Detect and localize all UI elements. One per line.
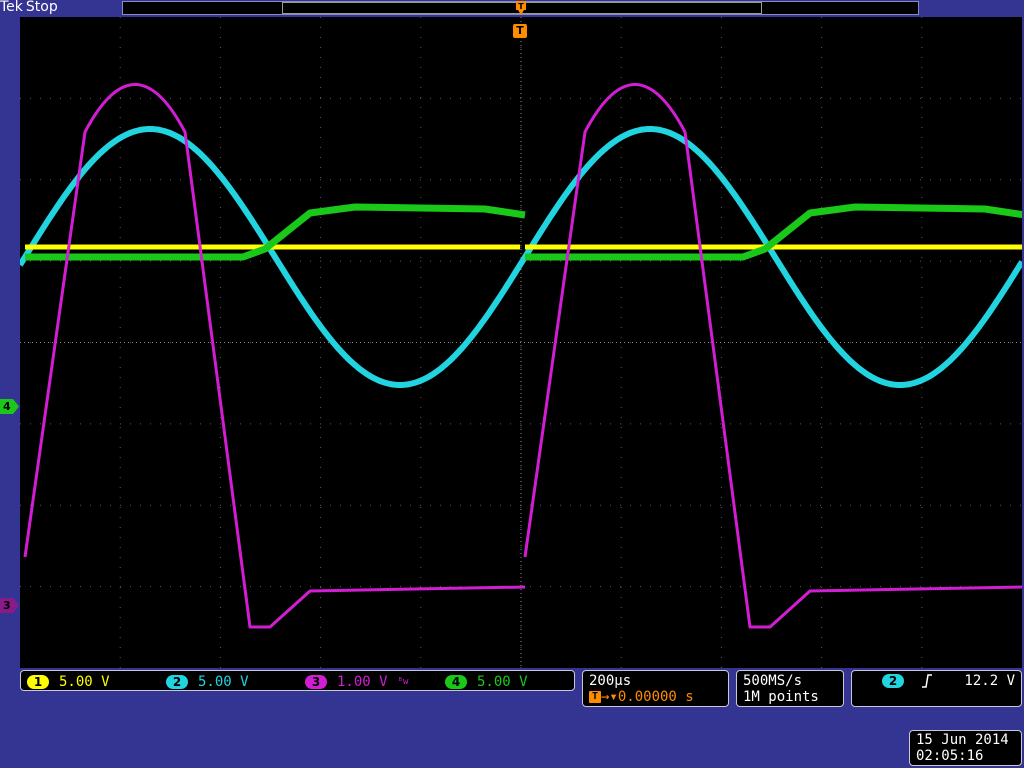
ch2-scale: 5.00 V <box>198 674 249 690</box>
ch3-ground-marker[interactable]: 3 <box>0 598 20 613</box>
ch4-scale: 5.00 V <box>477 674 528 690</box>
trigger-source-badge: 2 <box>882 674 904 688</box>
waveform-graticule <box>17 17 1024 668</box>
channel-scale-panel[interactable]: 1 5.00 V 2 5.00 V 3 1.00 V ᴮw 4 5.00 V <box>20 670 575 691</box>
ch3-scale: 1.00 V <box>337 674 388 690</box>
graticule-grid <box>20 17 1022 668</box>
rising-edge-icon <box>920 674 934 692</box>
trigger-panel[interactable]: 2 12.2 V <box>851 670 1022 707</box>
date-display: 15 Jun 2014 <box>916 732 1009 748</box>
timebase-panel[interactable]: 200µs T →▾0.00000 s <box>582 670 729 707</box>
ch4-ground-marker[interactable]: 4 <box>0 399 20 414</box>
acquisition-panel[interactable]: 500MS/s 1M points <box>736 670 844 707</box>
ch1-readout[interactable]: 1 5.00 V <box>27 674 110 690</box>
brand-status: Tek Stop <box>0 0 58 15</box>
trigger-delay-icon: T <box>589 691 601 703</box>
ch3-marker-label: 3 <box>3 599 11 612</box>
bandwidth-limit-icon: ᴮw <box>397 677 409 687</box>
ch3-readout[interactable]: 3 1.00 V ᴮw <box>305 674 408 690</box>
trigger-delay-value: →▾0.00000 s <box>601 689 694 705</box>
datetime-panel: 15 Jun 2014 02:05:16 <box>909 730 1022 766</box>
trigger-level: 12.2 V <box>964 673 1015 689</box>
acquisition-state: Stop <box>25 0 58 15</box>
record-length: 1M points <box>743 689 819 705</box>
ch3-trace <box>23 83 1024 629</box>
ch2-readout[interactable]: 2 5.00 V <box>166 674 249 690</box>
ch4-badge: 4 <box>445 675 467 689</box>
sample-rate: 500MS/s <box>743 673 803 689</box>
ch4-marker-label: 4 <box>3 400 11 413</box>
time-display: 02:05:16 <box>916 748 984 764</box>
ch4-readout[interactable]: 4 5.00 V <box>445 674 528 690</box>
ch2-badge: 2 <box>166 675 188 689</box>
trigger-marker-icon[interactable]: T <box>513 24 527 38</box>
trigger-position-label: T <box>518 2 524 11</box>
waveform-display[interactable]: T <box>17 17 1024 668</box>
ch3-badge: 3 <box>305 675 327 689</box>
horizontal-scale: 200µs <box>589 673 632 689</box>
ch1-scale: 5.00 V <box>59 674 110 690</box>
trigger-position-icon[interactable]: T <box>515 1 527 16</box>
brand-logo: Tek <box>0 0 23 15</box>
status-bar: Tek Stop T <box>0 0 1024 17</box>
ch1-badge: 1 <box>27 675 49 689</box>
trigger-marker-label: T <box>516 24 524 37</box>
trigger-delay-row: T →▾0.00000 s <box>589 689 722 705</box>
